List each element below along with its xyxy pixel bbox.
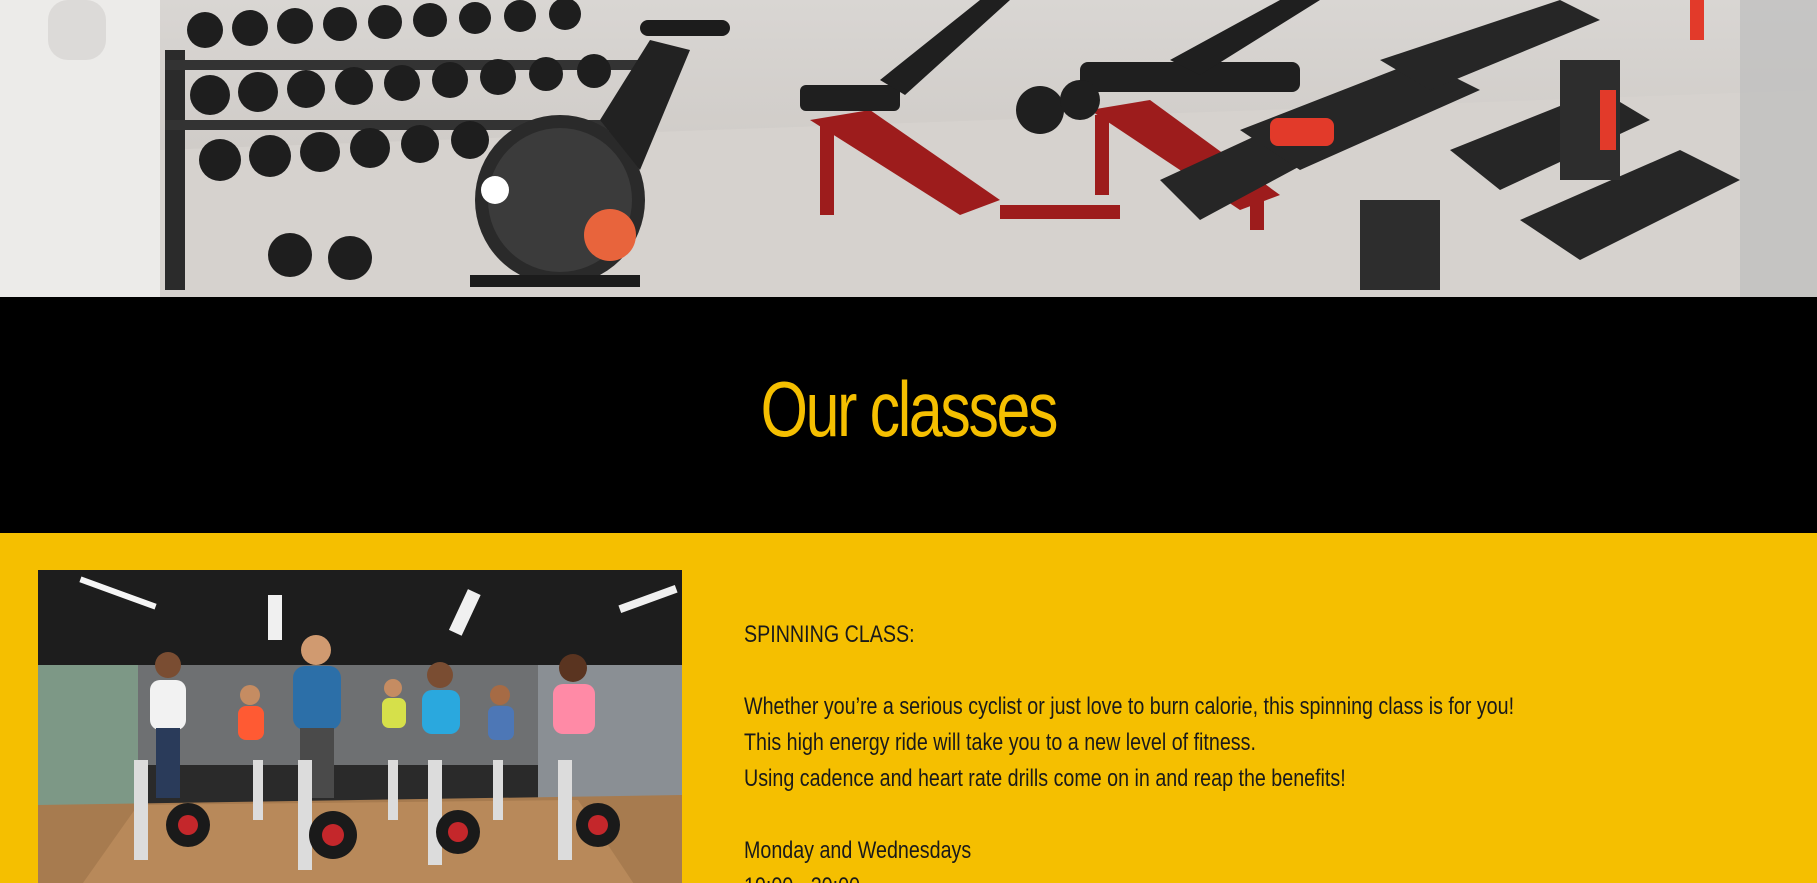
hero-gym-illustration	[0, 0, 1817, 297]
class-heading: SPINNING CLASS:	[744, 621, 915, 648]
section-title: Our classes	[760, 364, 1059, 453]
description-line: This high energy ride will take you to a…	[744, 729, 1256, 756]
description-line: Using cadence and heart rate drills come…	[744, 765, 1346, 792]
spinning-class-photo	[38, 570, 682, 883]
classes-header: Our classes	[0, 297, 1817, 533]
spinning-class-section: SPINNING CLASS: Whether you’re a serious…	[0, 533, 1817, 883]
schedule-days: Monday and Wednesdays	[744, 837, 972, 864]
schedule-time: 19:00 - 20:00	[744, 869, 1564, 883]
description-line: Whether you’re a serious cyclist or just…	[744, 693, 1515, 720]
spinning-class-description: SPINNING CLASS: Whether you’re a serious…	[744, 617, 1564, 883]
spinning-illustration	[38, 570, 682, 883]
hero-image	[0, 0, 1817, 297]
